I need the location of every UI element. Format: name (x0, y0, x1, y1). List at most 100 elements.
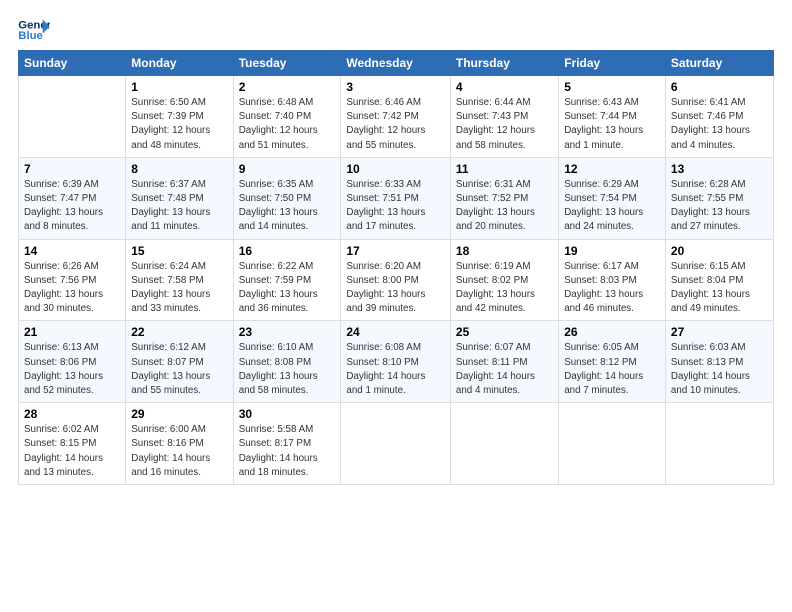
calendar-week-4: 21 Sunrise: 6:13 AM Sunset: 8:06 PM Dayli… (19, 321, 774, 403)
calendar-cell: 2 Sunrise: 6:48 AM Sunset: 7:40 PM Daylig… (233, 76, 341, 158)
calendar-cell: 17 Sunrise: 6:20 AM Sunset: 8:00 PM Dayli… (341, 239, 451, 321)
col-header-saturday: Saturday (665, 51, 773, 76)
day-number: 23 (239, 325, 336, 339)
calendar-cell (341, 403, 451, 485)
page-container: General Blue SundayMondayTuesdayWednesda… (0, 0, 792, 495)
calendar-cell: 15 Sunrise: 6:24 AM Sunset: 7:58 PM Dayli… (126, 239, 233, 321)
calendar-cell: 6 Sunrise: 6:41 AM Sunset: 7:46 PM Daylig… (665, 76, 773, 158)
day-detail: Sunrise: 6:37 AM Sunset: 7:48 PM Dayligh… (131, 178, 227, 235)
calendar-cell: 30 Sunrise: 5:58 AM Sunset: 8:17 PM Dayli… (233, 403, 341, 485)
col-header-monday: Monday (126, 51, 233, 76)
day-detail: Sunrise: 6:00 AM Sunset: 8:16 PM Dayligh… (131, 423, 227, 480)
day-number: 6 (671, 80, 768, 94)
day-detail: Sunrise: 6:46 AM Sunset: 7:42 PM Dayligh… (346, 96, 445, 153)
calendar-cell: 18 Sunrise: 6:19 AM Sunset: 8:02 PM Dayli… (450, 239, 558, 321)
day-detail: Sunrise: 6:28 AM Sunset: 7:55 PM Dayligh… (671, 178, 768, 235)
day-detail: Sunrise: 6:07 AM Sunset: 8:11 PM Dayligh… (456, 341, 553, 398)
calendar-cell: 19 Sunrise: 6:17 AM Sunset: 8:03 PM Dayli… (559, 239, 666, 321)
calendar-cell: 22 Sunrise: 6:12 AM Sunset: 8:07 PM Dayli… (126, 321, 233, 403)
day-number: 9 (239, 162, 336, 176)
day-number: 30 (239, 407, 336, 421)
day-number: 16 (239, 244, 336, 258)
calendar-cell (450, 403, 558, 485)
day-number: 4 (456, 80, 553, 94)
day-number: 11 (456, 162, 553, 176)
calendar-cell: 8 Sunrise: 6:37 AM Sunset: 7:48 PM Daylig… (126, 157, 233, 239)
calendar-cell: 28Sunrise: 6:02 AM Sunset: 8:15 PM Dayli… (19, 403, 126, 485)
day-number: 20 (671, 244, 768, 258)
day-number: 1 (131, 80, 227, 94)
day-detail: Sunrise: 6:22 AM Sunset: 7:59 PM Dayligh… (239, 260, 336, 317)
logo: General Blue (18, 16, 50, 44)
day-detail: Sunrise: 6:50 AM Sunset: 7:39 PM Dayligh… (131, 96, 227, 153)
calendar-cell: 5 Sunrise: 6:43 AM Sunset: 7:44 PM Daylig… (559, 76, 666, 158)
day-detail: Sunrise: 6:31 AM Sunset: 7:52 PM Dayligh… (456, 178, 553, 235)
calendar-cell: 4 Sunrise: 6:44 AM Sunset: 7:43 PM Daylig… (450, 76, 558, 158)
day-number: 14 (24, 244, 120, 258)
day-detail: Sunrise: 6:43 AM Sunset: 7:44 PM Dayligh… (564, 96, 660, 153)
day-number: 13 (671, 162, 768, 176)
day-detail: Sunrise: 6:10 AM Sunset: 8:08 PM Dayligh… (239, 341, 336, 398)
calendar-cell: 3 Sunrise: 6:46 AM Sunset: 7:42 PM Daylig… (341, 76, 451, 158)
day-number: 29 (131, 407, 227, 421)
calendar-week-5: 28Sunrise: 6:02 AM Sunset: 8:15 PM Dayli… (19, 403, 774, 485)
calendar-cell: 16 Sunrise: 6:22 AM Sunset: 7:59 PM Dayli… (233, 239, 341, 321)
day-number: 5 (564, 80, 660, 94)
day-number: 2 (239, 80, 336, 94)
calendar-cell: 26Sunrise: 6:05 AM Sunset: 8:12 PM Dayli… (559, 321, 666, 403)
calendar-cell: 1 Sunrise: 6:50 AM Sunset: 7:39 PM Daylig… (126, 76, 233, 158)
day-detail: Sunrise: 6:13 AM Sunset: 8:06 PM Dayligh… (24, 341, 120, 398)
day-number: 8 (131, 162, 227, 176)
day-detail: Sunrise: 6:17 AM Sunset: 8:03 PM Dayligh… (564, 260, 660, 317)
svg-text:Blue: Blue (18, 30, 43, 42)
day-detail: Sunrise: 6:05 AM Sunset: 8:12 PM Dayligh… (564, 341, 660, 398)
day-number: 10 (346, 162, 445, 176)
day-detail: Sunrise: 6:44 AM Sunset: 7:43 PM Dayligh… (456, 96, 553, 153)
day-detail: Sunrise: 6:26 AM Sunset: 7:56 PM Dayligh… (24, 260, 120, 317)
day-number: 21 (24, 325, 120, 339)
day-number: 22 (131, 325, 227, 339)
calendar-cell: 9 Sunrise: 6:35 AM Sunset: 7:50 PM Daylig… (233, 157, 341, 239)
day-number: 7 (24, 162, 120, 176)
calendar-cell (559, 403, 666, 485)
calendar-week-3: 14 Sunrise: 6:26 AM Sunset: 7:56 PM Dayli… (19, 239, 774, 321)
day-number: 12 (564, 162, 660, 176)
day-number: 27 (671, 325, 768, 339)
calendar-cell: 21 Sunrise: 6:13 AM Sunset: 8:06 PM Dayli… (19, 321, 126, 403)
day-number: 3 (346, 80, 445, 94)
day-number: 17 (346, 244, 445, 258)
col-header-thursday: Thursday (450, 51, 558, 76)
calendar-cell: 12 Sunrise: 6:29 AM Sunset: 7:54 PM Dayli… (559, 157, 666, 239)
col-header-sunday: Sunday (19, 51, 126, 76)
day-detail: Sunrise: 6:48 AM Sunset: 7:40 PM Dayligh… (239, 96, 336, 153)
calendar-cell: 23 Sunrise: 6:10 AM Sunset: 8:08 PM Dayli… (233, 321, 341, 403)
calendar-cell: 11 Sunrise: 6:31 AM Sunset: 7:52 PM Dayli… (450, 157, 558, 239)
day-detail: Sunrise: 6:08 AM Sunset: 8:10 PM Dayligh… (346, 341, 445, 398)
day-detail: Sunrise: 6:19 AM Sunset: 8:02 PM Dayligh… (456, 260, 553, 317)
day-detail: Sunrise: 6:12 AM Sunset: 8:07 PM Dayligh… (131, 341, 227, 398)
calendar-week-2: 7Sunrise: 6:39 AM Sunset: 7:47 PM Daylig… (19, 157, 774, 239)
day-detail: Sunrise: 5:58 AM Sunset: 8:17 PM Dayligh… (239, 423, 336, 480)
day-number: 18 (456, 244, 553, 258)
day-number: 15 (131, 244, 227, 258)
day-detail: Sunrise: 6:35 AM Sunset: 7:50 PM Dayligh… (239, 178, 336, 235)
calendar-cell: 29 Sunrise: 6:00 AM Sunset: 8:16 PM Dayli… (126, 403, 233, 485)
header-row: SundayMondayTuesdayWednesdayThursdayFrid… (19, 51, 774, 76)
calendar-cell: 13 Sunrise: 6:28 AM Sunset: 7:55 PM Dayli… (665, 157, 773, 239)
calendar-cell (665, 403, 773, 485)
calendar-cell (19, 76, 126, 158)
calendar-table: SundayMondayTuesdayWednesdayThursdayFrid… (18, 50, 774, 485)
day-detail: Sunrise: 6:41 AM Sunset: 7:46 PM Dayligh… (671, 96, 768, 153)
day-detail: Sunrise: 6:24 AM Sunset: 7:58 PM Dayligh… (131, 260, 227, 317)
day-detail: Sunrise: 6:20 AM Sunset: 8:00 PM Dayligh… (346, 260, 445, 317)
calendar-cell: 20Sunrise: 6:15 AM Sunset: 8:04 PM Dayli… (665, 239, 773, 321)
calendar-cell: 27Sunrise: 6:03 AM Sunset: 8:13 PM Dayli… (665, 321, 773, 403)
calendar-week-1: 1 Sunrise: 6:50 AM Sunset: 7:39 PM Daylig… (19, 76, 774, 158)
day-detail: Sunrise: 6:29 AM Sunset: 7:54 PM Dayligh… (564, 178, 660, 235)
header: General Blue (18, 16, 774, 44)
col-header-friday: Friday (559, 51, 666, 76)
calendar-cell: 7Sunrise: 6:39 AM Sunset: 7:47 PM Daylig… (19, 157, 126, 239)
calendar-cell: 24Sunrise: 6:08 AM Sunset: 8:10 PM Dayli… (341, 321, 451, 403)
day-number: 25 (456, 325, 553, 339)
day-number: 19 (564, 244, 660, 258)
